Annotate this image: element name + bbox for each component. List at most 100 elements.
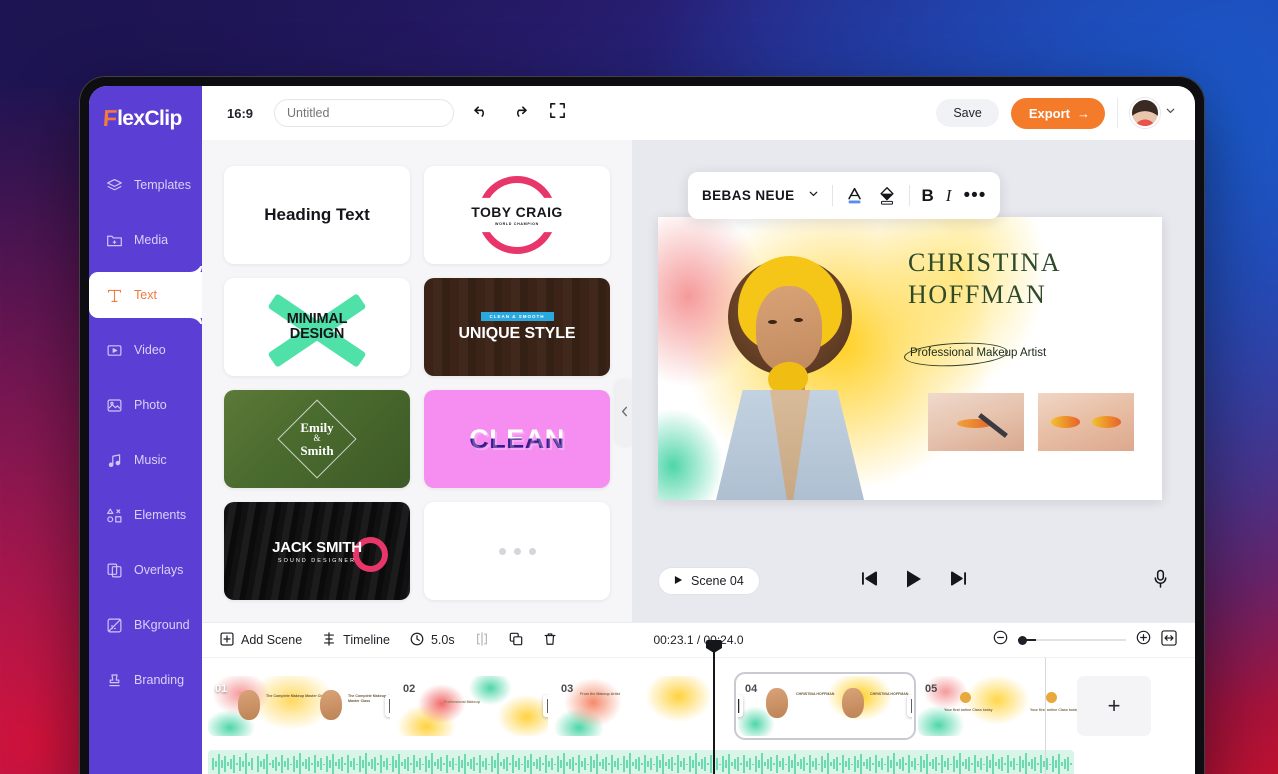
redo-arrow-icon[interactable] [510,101,529,125]
shapes-icon [106,507,123,524]
plus-circle-icon[interactable] [1136,630,1151,650]
collapse-panel-button[interactable] [616,380,632,446]
play-icon[interactable] [904,569,924,594]
video-canvas[interactable]: CHRISTINA HOFFMAN Professional Makeup Ar… [658,217,1162,500]
timeline-end-marker [1045,658,1046,774]
export-button[interactable]: Export → [1010,97,1105,129]
sidebar-item-branding[interactable]: Branding [89,657,202,703]
history-controls [472,101,567,125]
canvas-title-text[interactable]: CHRISTINA HOFFMAN [908,247,1061,310]
project-title-input[interactable] [274,99,455,127]
template-card-heading-text[interactable]: Heading Text [224,166,410,264]
thumb-finished-eye-makeup[interactable] [1038,393,1134,451]
background-icon [106,617,123,634]
add-scene-tile[interactable]: + [1077,676,1151,736]
canvas-subtitle-text[interactable]: Professional Makeup Artist [903,340,1046,369]
sidebar-item-bkground[interactable]: BKground [89,602,202,648]
split-icon [475,631,489,649]
trim-handle-right[interactable] [543,695,548,717]
aspect-ratio-label[interactable]: 16:9 [227,106,253,121]
player-controls: Scene 04 [658,566,1169,596]
chevron-left-icon [620,404,629,422]
account-menu[interactable] [1117,98,1177,128]
scene-thumb-title: Your first online Class today [944,708,993,712]
sidebar-item-templates[interactable]: Templates [89,162,202,208]
trim-handle-left[interactable] [738,695,743,717]
sidebar-item-music[interactable]: Music [89,437,202,483]
card-title-line3: Smith [300,442,334,458]
canvas-stage: BEBAS NEUE B I ••• CHRISTINA HOFFMAN Pro… [632,140,1195,622]
template-card-emily-smith[interactable]: Emily & Smith [224,390,410,488]
app-logo[interactable]: F lexClip [89,86,202,132]
video-play-icon [106,342,123,359]
scene-number: 01 [215,683,228,695]
more-options-icon[interactable]: ••• [963,186,986,204]
chevron-down-icon[interactable] [1164,104,1177,122]
avatar[interactable] [1130,98,1160,128]
add-scene-button[interactable]: Add Scene [220,631,302,649]
paint-bucket-icon[interactable] [877,185,897,206]
pink-background: CLEAN [424,390,610,488]
template-card-loading [424,502,610,600]
plus-square-icon [220,631,234,649]
template-card-toby-craig[interactable]: TOBY CRAIG WORLD CHAMPION [424,166,610,264]
chevron-down-icon[interactable] [807,187,820,205]
text-color-A-icon[interactable] [845,185,865,206]
stamp-icon [106,672,123,689]
skip-next-icon[interactable] [950,571,967,591]
split-button[interactable] [475,631,489,649]
eye-right [794,318,803,322]
undo-arrow-icon[interactable] [472,101,491,125]
template-card-unique-style[interactable]: CLEAN & SMOOTH UNIQUE STYLE [424,278,610,376]
loading-dots-icon [498,547,536,555]
fullscreen-expand-icon[interactable] [548,101,567,125]
sidebar-item-overlays[interactable]: Overlays [89,547,202,593]
sidebar-item-label: Text [134,288,157,302]
fit-width-icon[interactable] [1161,629,1177,651]
wood-background: CLEAN & SMOOTH UNIQUE STYLE [424,278,610,376]
delete-button[interactable] [543,632,557,649]
model-photo [710,250,870,500]
microphone-icon[interactable] [1152,569,1169,594]
font-family-value[interactable]: BEBAS NEUE [702,188,795,203]
sidebar-item-photo[interactable]: Photo [89,382,202,428]
canvas-thumbnails [928,393,1134,451]
trim-handle-right[interactable] [385,695,390,717]
copy-layers-icon [106,562,123,579]
sidebar-item-elements[interactable]: Elements [89,492,202,538]
playhead[interactable] [713,640,715,774]
sidebar-item-video[interactable]: Video [89,327,202,373]
bold-button[interactable]: B [922,186,934,206]
zoom-controls [993,629,1177,651]
card-title-line1: Emily [300,419,334,435]
template-card-minimal-design[interactable]: MINIMAL DESIGN [224,278,410,376]
card-title: CLEAN [469,423,565,454]
duration-label: 5.0s [430,633,455,647]
black-background: JACK SMITH SOUND DESIGNER [224,502,410,600]
time-display: 00:23.1 / 00:24.0 [653,633,744,647]
title-line-1: CHRISTINA [908,248,1062,277]
card-tag: CLEAN & SMOOTH [480,311,554,321]
timeline-scene-04[interactable]: 04 CHRISTINA HOFFMAN CHRISTINA HOFFMAN [734,672,916,740]
italic-button[interactable]: I [946,186,952,206]
zoom-slider[interactable] [1018,635,1126,645]
timeline-view-button[interactable]: Timeline [322,631,390,649]
audio-waveform[interactable] [208,750,1074,774]
save-button[interactable]: Save [936,99,999,127]
thumb-eye-makeup-application[interactable] [928,393,1024,451]
trim-handle-right[interactable] [907,695,912,717]
skip-previous-icon[interactable] [861,571,878,591]
current-scene-chip[interactable]: Scene 04 [658,567,760,595]
minus-circle-icon[interactable] [993,630,1008,650]
duplicate-button[interactable] [509,632,523,649]
template-card-jack-smith[interactable]: JACK SMITH SOUND DESIGNER [224,502,410,600]
timeline-scene-05[interactable]: 05 Your first online Class today Your fi… [918,676,1090,736]
timeline-scene-03[interactable]: 03 From the Makeup Artist [554,676,732,736]
template-card-clean[interactable]: CLEAN [424,390,610,488]
timeline-scene-02[interactable]: 02 Professional Makeup [396,676,548,736]
sidebar-item-text[interactable]: Text [89,272,202,318]
sidebar-item-media[interactable]: Media [89,217,202,263]
scene-duration-button[interactable]: 5.0s [410,632,455,649]
timeline-scene-01[interactable]: 01 The Complete Makeup Master Class The … [208,676,390,736]
divider [908,185,910,206]
